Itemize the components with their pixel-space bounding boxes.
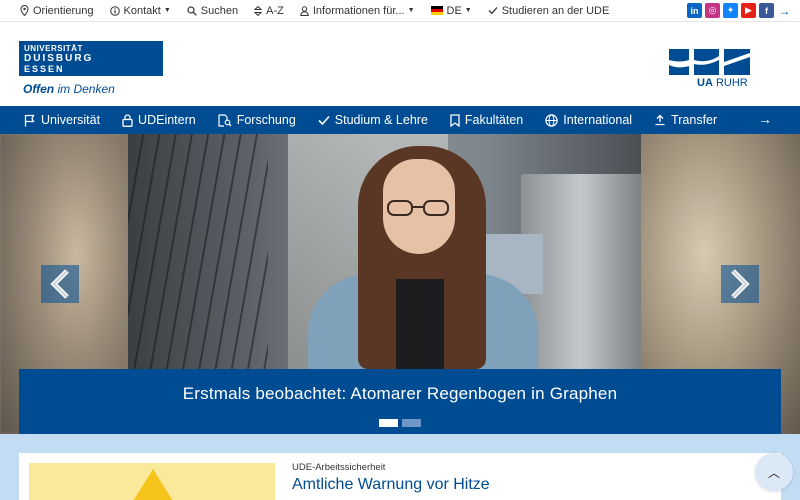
slider-prev-button[interactable]: [41, 265, 79, 303]
suchen-label: Suchen: [200, 4, 239, 17]
search-doc-icon: [218, 113, 232, 127]
tagline: Offen im Denken: [23, 82, 115, 96]
nav-label: Forschung: [236, 113, 296, 127]
nav-label: International: [563, 113, 633, 127]
a-z-label: A-Z: [266, 4, 284, 17]
glasses-shape: [387, 200, 449, 216]
linkedin-icon[interactable]: in: [687, 3, 702, 18]
slider-dots: [379, 419, 421, 427]
slide-caption[interactable]: Erstmals beobachtet: Atomarer Regenbogen…: [19, 369, 781, 434]
suchen-link[interactable]: Suchen: [187, 5, 238, 17]
nav-item-studium-lehre[interactable]: Studium & Lehre: [318, 113, 428, 127]
orientierung-link[interactable]: Orientierung: [20, 5, 94, 17]
back-to-top-button[interactable]: ︿: [755, 453, 793, 491]
kontakt-dropdown[interactable]: Kontakt ▼: [109, 4, 171, 17]
nav-item-udeintern[interactable]: UDEintern: [122, 113, 196, 127]
globe-icon: [545, 113, 558, 127]
ude-logo[interactable]: UNIVERSITÄT DUISBURG ESSEN: [19, 41, 163, 76]
studieren-label: Studieren an der UDE: [501, 4, 610, 17]
tagline-bold: Offen: [23, 82, 55, 96]
slide-caption-text: Erstmals beobachtet: Atomarer Regenbogen…: [182, 384, 618, 403]
social-links: in ◎ ✦ ▶ f →: [687, 3, 792, 18]
arrow-right-icon[interactable]: →: [777, 3, 792, 18]
hero-slider: Erstmals beobachtet: Atomarer Regenbogen…: [0, 134, 800, 434]
logo-line-1: UNIVERSITÄT: [24, 44, 83, 53]
search-icon: [187, 5, 197, 16]
nav-more-arrow-icon[interactable]: →: [758, 111, 772, 127]
instagram-icon[interactable]: ◎: [705, 3, 720, 18]
informationen-label: Informationen für...: [312, 4, 405, 17]
info-icon: [109, 5, 120, 16]
sort-icon: [254, 5, 263, 16]
warning-image: [29, 463, 275, 500]
chevron-left-icon: [50, 269, 69, 299]
studieren-link[interactable]: Studieren an der UDE: [488, 4, 610, 17]
teaser-title[interactable]: Amtliche Warnung vor Hitze: [292, 476, 490, 494]
caret-down-icon: ▼: [163, 7, 171, 14]
logo-line-3: ESSEN: [24, 64, 65, 74]
pin-icon: [20, 5, 29, 16]
warning-triangle-icon: [127, 469, 179, 500]
person-top: [396, 279, 444, 369]
ua-ruhr-mark-icon: [669, 49, 750, 75]
teaser-card[interactable]: UDE-Arbeitssicherheit Amtliche Warnung v…: [19, 453, 781, 500]
check-icon: [488, 7, 498, 15]
informationen-dropdown[interactable]: Informationen für... ▼: [300, 5, 415, 17]
lab-cables: [128, 134, 268, 369]
teaser-section: UDE-Arbeitssicherheit Amtliche Warnung v…: [0, 434, 800, 500]
language-label: DE: [446, 4, 462, 17]
site-header: UNIVERSITÄT DUISBURG ESSEN Offen im Denk…: [0, 22, 800, 106]
flag-icon: [24, 114, 35, 126]
check-icon: [318, 115, 330, 125]
teaser-kicker: UDE-Arbeitssicherheit: [292, 462, 386, 473]
chevron-up-icon: ︿: [767, 465, 780, 480]
nav-item-universitaet[interactable]: Universität: [24, 113, 100, 127]
nav-label: Transfer: [671, 113, 718, 127]
flag-de-icon: [430, 6, 443, 15]
lock-icon: [122, 113, 133, 127]
upload-icon: [655, 114, 665, 126]
user-icon: [300, 5, 309, 16]
slider-next-button[interactable]: [721, 265, 759, 303]
nav-label: Fakultäten: [464, 113, 524, 127]
slider-dot-1[interactable]: [379, 419, 398, 427]
language-dropdown[interactable]: DE ▼: [430, 4, 472, 17]
nav-label: UDEintern: [138, 113, 196, 127]
utility-bar: Orientierung Kontakt ▼ Suchen A-Z Inform…: [0, 0, 800, 22]
ua-text: UA: [697, 77, 713, 89]
ruhr-text: RUHR: [715, 77, 748, 89]
main-nav: Universität UDEintern Forschung Studium …: [0, 106, 800, 134]
tagline-rest: im Denken: [54, 82, 115, 96]
nav-item-international[interactable]: International: [545, 113, 632, 127]
orientierung-label: Orientierung: [33, 4, 94, 17]
nav-item-forschung[interactable]: Forschung: [218, 113, 296, 127]
slider-dot-2[interactable]: [402, 419, 421, 427]
ua-ruhr-logo[interactable]: UA RUHR: [669, 49, 750, 89]
kontakt-label: Kontakt: [123, 4, 161, 17]
facebook-icon[interactable]: f: [759, 3, 774, 18]
caret-down-icon: ▼: [464, 7, 472, 14]
caret-down-icon: ▼: [407, 7, 415, 14]
bookmark-icon: [450, 113, 460, 127]
logo-line-2: DUISBURG: [24, 53, 94, 64]
ua-ruhr-text: UA RUHR: [697, 77, 748, 89]
a-z-link[interactable]: A-Z: [254, 5, 284, 17]
bluesky-icon[interactable]: ✦: [723, 3, 738, 18]
chevron-right-icon: [731, 269, 750, 299]
hero-image: [128, 134, 641, 369]
nav-item-fakultaeten[interactable]: Fakultäten: [450, 113, 523, 127]
youtube-icon[interactable]: ▶: [741, 3, 756, 18]
nav-label: Studium & Lehre: [334, 113, 428, 127]
nav-label: Universität: [41, 113, 101, 127]
nav-item-transfer[interactable]: Transfer: [654, 113, 717, 127]
